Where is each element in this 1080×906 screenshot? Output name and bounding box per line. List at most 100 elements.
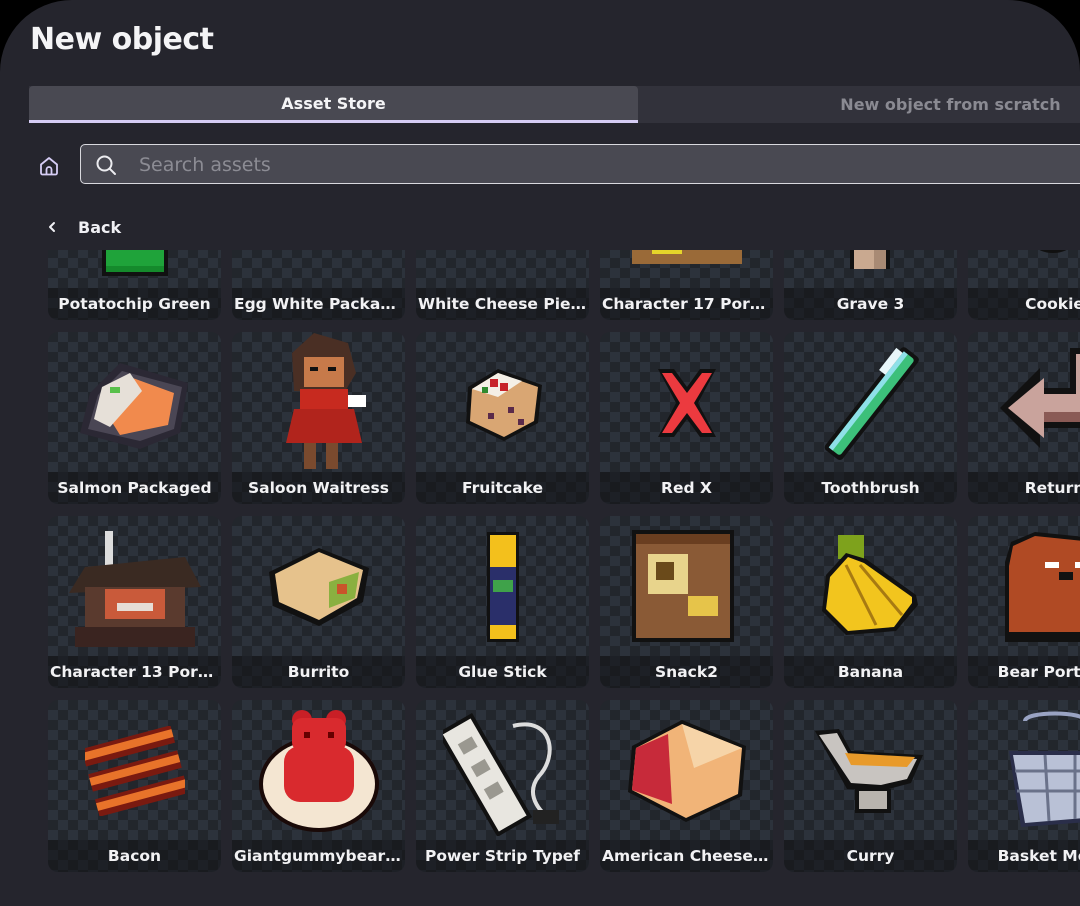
- asset-grid-scroll[interactable]: Potatochip Green Egg White Packaged White …: [0, 250, 1080, 906]
- asset-name: Bacon: [107, 847, 162, 865]
- glue-stick-icon: [416, 516, 589, 658]
- asset-card[interactable]: Salmon Packaged: [48, 332, 221, 504]
- asset-card[interactable]: Power Strip Typef: [416, 700, 589, 872]
- asset-name: Basket Metal: [997, 847, 1080, 865]
- asset-name: White Cheese Piec...: [418, 295, 587, 313]
- asset-card[interactable]: Potatochip Green: [48, 250, 221, 320]
- asset-card-label-bar: Glue Stick: [416, 656, 589, 688]
- potato-chip-bag-green-icon: [48, 250, 221, 290]
- asset-card-label-bar: Power Strip Typef: [416, 840, 589, 872]
- asset-name: Bear Portrait: [997, 663, 1080, 681]
- asset-card[interactable]: Bacon: [48, 700, 221, 872]
- asset-card-label-bar: Toothbrush: [784, 472, 957, 504]
- asset-card-label-bar: Saloon Waitress: [232, 472, 405, 504]
- asset-card[interactable]: Snack2: [600, 516, 773, 688]
- asset-card-label-bar: Giantgummybear ...: [232, 840, 405, 872]
- asset-name: Return: [1024, 479, 1080, 497]
- back-button[interactable]: Back: [44, 215, 121, 239]
- return-arrow-icon: [968, 332, 1080, 474]
- burrito-icon: [232, 516, 405, 658]
- asset-card[interactable]: Grave 3: [784, 250, 957, 320]
- asset-card-label-bar: Salmon Packaged: [48, 472, 221, 504]
- cheese-wedge-icon: [416, 250, 589, 290]
- asset-card[interactable]: Fruitcake: [416, 332, 589, 504]
- asset-card-label-bar: Potatochip Green: [48, 288, 221, 320]
- asset-card[interactable]: Egg White Packaged: [232, 250, 405, 320]
- asset-card-label-bar: Curry: [784, 840, 957, 872]
- asset-card-label-bar: Grave 3: [784, 288, 957, 320]
- banana-bunch-icon: [784, 516, 957, 658]
- asset-card[interactable]: Red X: [600, 332, 773, 504]
- asset-name: Burrito: [287, 663, 350, 681]
- asset-card[interactable]: Burrito: [232, 516, 405, 688]
- asset-name: Toothbrush: [821, 479, 920, 497]
- search-icon: [95, 154, 117, 176]
- asset-card[interactable]: Curry: [784, 700, 957, 872]
- asset-name: Snack2: [655, 663, 718, 681]
- asset-card-label-bar: Cookie: [968, 288, 1080, 320]
- asset-card[interactable]: Return: [968, 332, 1080, 504]
- asset-card-label-bar: White Cheese Piec...: [416, 288, 589, 320]
- toothbrush-icon: [784, 332, 957, 474]
- asset-card[interactable]: Banana: [784, 516, 957, 688]
- character-portrait-hat-icon: [48, 516, 221, 658]
- chevron-left-icon: [44, 215, 60, 239]
- bacon-icon: [48, 700, 221, 842]
- search-field: [80, 144, 1080, 185]
- asset-name: Potatochip Green: [58, 295, 211, 313]
- asset-name: Cookie: [1025, 295, 1080, 313]
- asset-card-label-bar: Snack2: [600, 656, 773, 688]
- asset-card[interactable]: Bear Portrait: [968, 516, 1080, 688]
- asset-card-label-bar: Character 17 Portr...: [600, 288, 773, 320]
- asset-name: Giantgummybear ...: [234, 847, 403, 865]
- asset-card-label-bar: Return: [968, 472, 1080, 504]
- asset-card-label-bar: Banana: [784, 656, 957, 688]
- salmon-package-icon: [48, 332, 221, 474]
- tab-bar: Asset Store New object from scratch: [29, 86, 1080, 123]
- new-object-dialog: New object Asset Store New object from s…: [0, 0, 1080, 906]
- curry-gravy-boat-icon: [784, 700, 957, 842]
- dialog-title: New object: [30, 22, 214, 57]
- asset-card-label-bar: Character 13 Portr...: [48, 656, 221, 688]
- asset-card[interactable]: American Cheese ...: [600, 700, 773, 872]
- asset-name: Character 17 Portr...: [602, 295, 771, 313]
- asset-name: Saloon Waitress: [248, 479, 389, 497]
- snack-bag-icon: [600, 516, 773, 658]
- asset-card-label-bar: Bacon: [48, 840, 221, 872]
- asset-name: Salmon Packaged: [57, 479, 212, 497]
- asset-card[interactable]: Glue Stick: [416, 516, 589, 688]
- fruitcake-icon: [416, 332, 589, 474]
- egg-carton-icon: [232, 250, 405, 290]
- asset-name: Fruitcake: [461, 479, 544, 497]
- grave-cross-icon: [784, 250, 957, 290]
- asset-card-label-bar: American Cheese ...: [600, 840, 773, 872]
- asset-card[interactable]: Basket Metal: [968, 700, 1080, 872]
- cookie-icon: [968, 250, 1080, 290]
- american-cheese-icon: [600, 700, 773, 842]
- asset-card[interactable]: Toothbrush: [784, 332, 957, 504]
- power-strip-icon: [416, 700, 589, 842]
- search-input[interactable]: [137, 145, 1041, 185]
- asset-name: Character 13 Portr...: [50, 663, 219, 681]
- asset-card[interactable]: Character 17 Portr...: [600, 250, 773, 320]
- asset-card-label-bar: Egg White Packaged: [232, 288, 405, 320]
- asset-card-label-bar: Bear Portrait: [968, 656, 1080, 688]
- home-icon[interactable]: [37, 154, 61, 178]
- asset-name: Grave 3: [836, 295, 905, 313]
- asset-card[interactable]: Character 13 Portr...: [48, 516, 221, 688]
- asset-card-label-bar: Basket Metal: [968, 840, 1080, 872]
- asset-card[interactable]: Saloon Waitress: [232, 332, 405, 504]
- asset-card[interactable]: Cookie: [968, 250, 1080, 320]
- back-label: Back: [78, 217, 122, 237]
- bear-portrait-icon: [968, 516, 1080, 658]
- metal-basket-icon: [968, 700, 1080, 842]
- asset-name: Glue Stick: [458, 663, 547, 681]
- tab-new-object-from-scratch[interactable]: New object from scratch: [638, 86, 1080, 123]
- tab-asset-store[interactable]: Asset Store: [29, 86, 638, 123]
- asset-card[interactable]: White Cheese Piec...: [416, 250, 589, 320]
- asset-card[interactable]: Giantgummybear ...: [232, 700, 405, 872]
- asset-name: Curry: [846, 847, 895, 865]
- waitress-character-icon: [232, 332, 405, 474]
- asset-card-label-bar: Fruitcake: [416, 472, 589, 504]
- red-x-icon: [600, 332, 773, 474]
